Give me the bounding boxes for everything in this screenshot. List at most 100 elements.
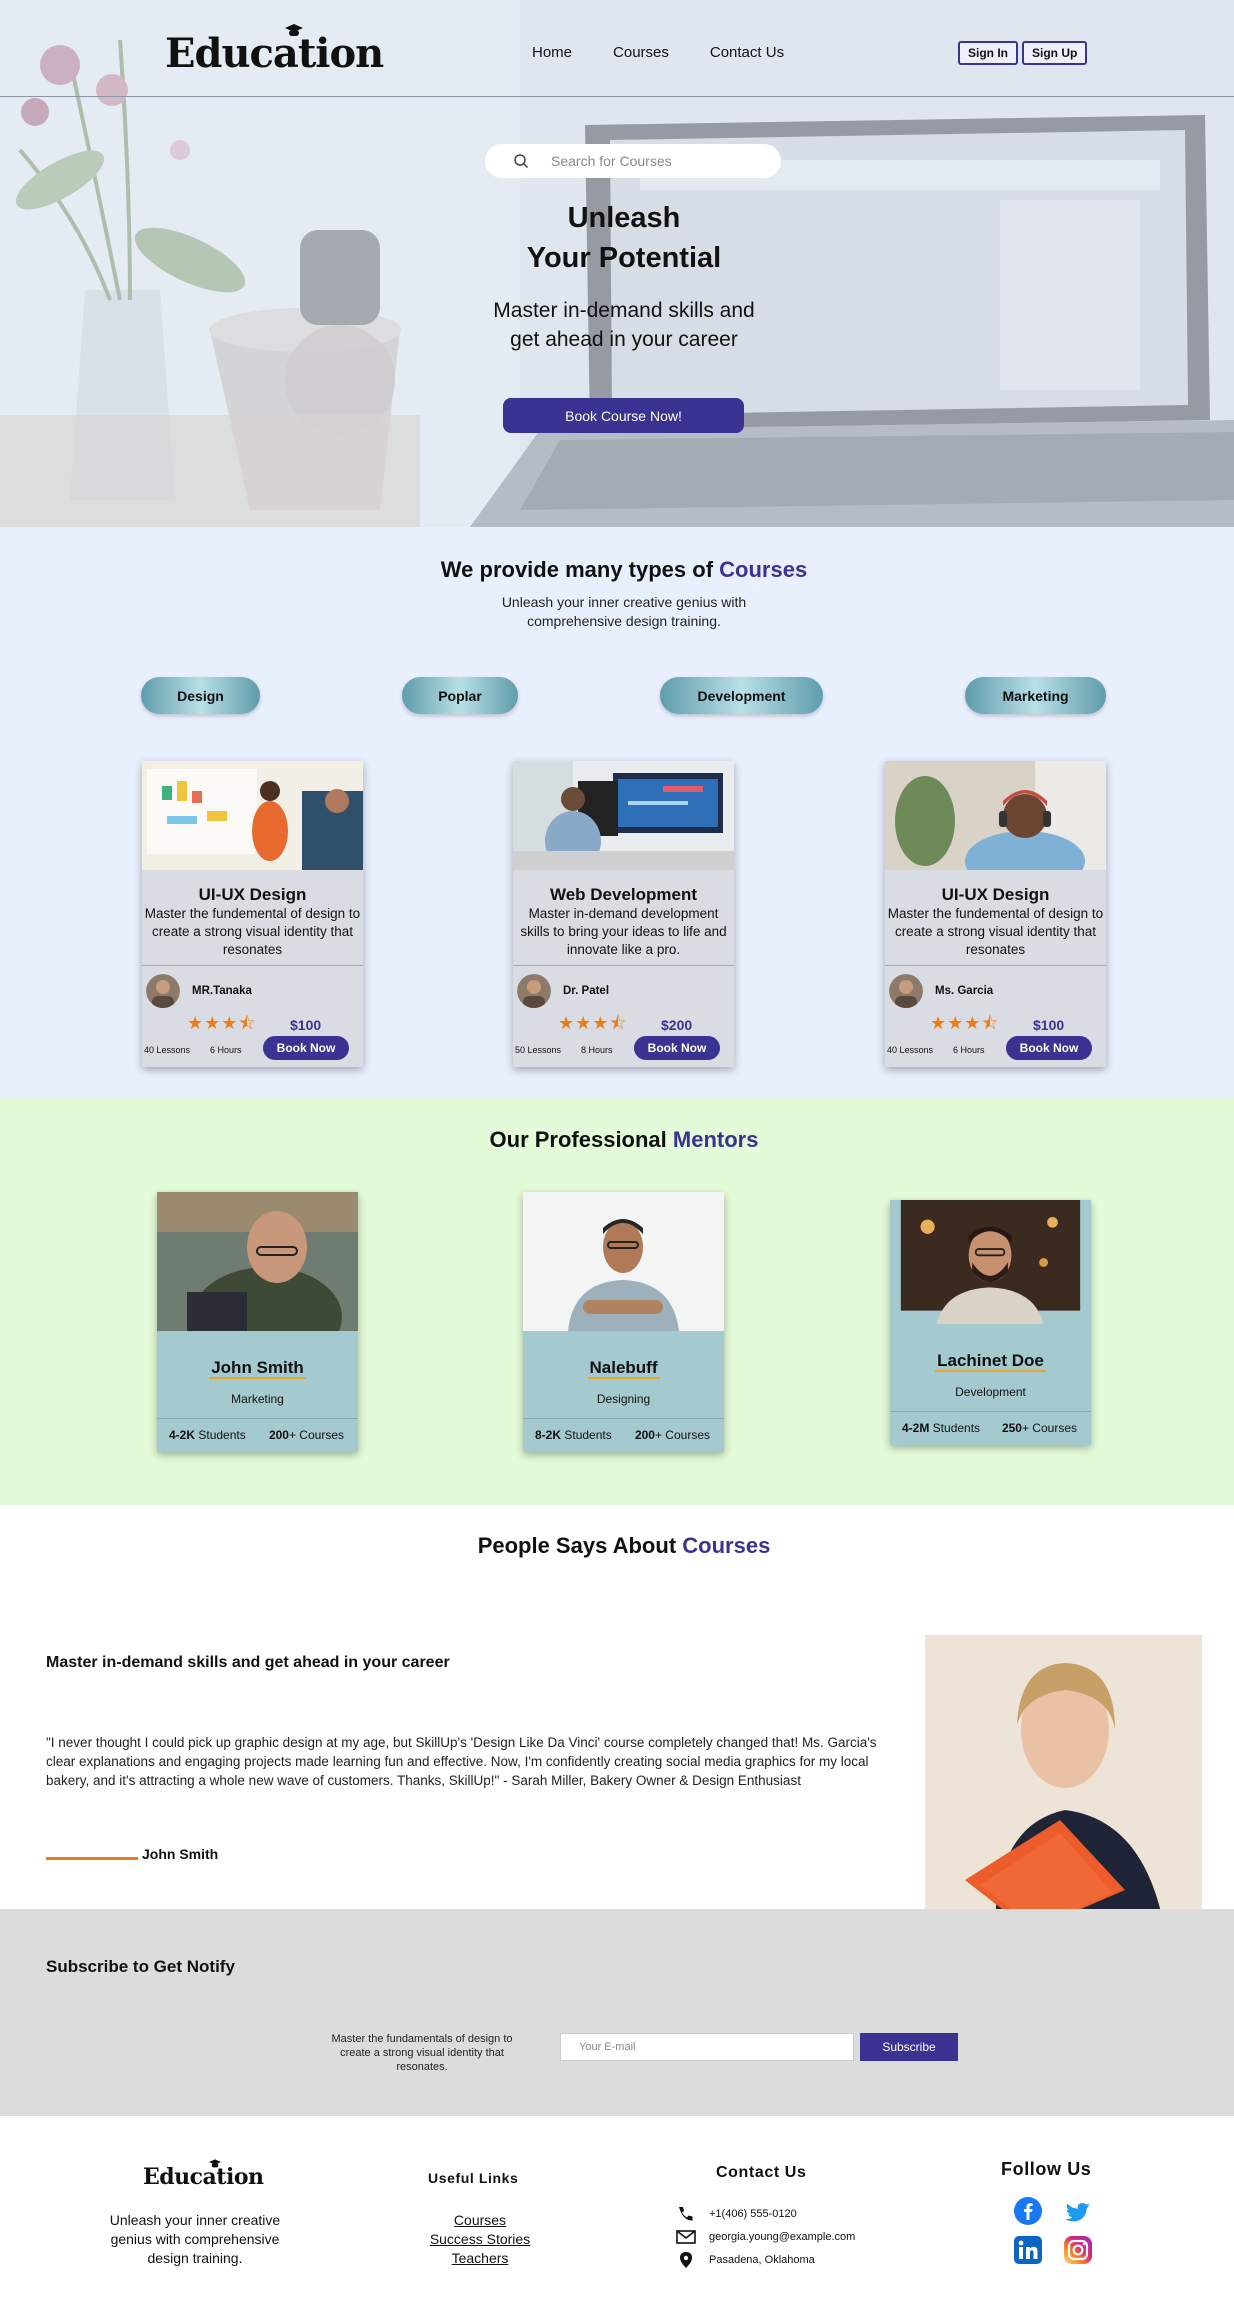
instagram-icon[interactable] xyxy=(1063,2235,1093,2265)
course-price: $100 xyxy=(290,1017,322,1033)
site-footer: Education Unleash your inner creative ge… xyxy=(0,2116,1234,2268)
hero-title-line-1: Unleash xyxy=(567,202,681,234)
linkedin-icon[interactable] xyxy=(1013,2235,1043,2265)
mentors-title-accent: Mentors xyxy=(672,1127,759,1152)
facebook-icon[interactable] xyxy=(1013,2196,1043,2226)
courses-section-title: We provide many types of Courses xyxy=(0,557,1234,583)
sign-up-button[interactable]: Sign Up xyxy=(1022,41,1088,65)
courses-count: 250 xyxy=(1001,1421,1022,1435)
mentor-stats: 8-2K Students 200+ Courses xyxy=(523,1419,724,1452)
mentor-name-text: Lachinet Doe xyxy=(935,1351,1046,1372)
email-field[interactable]: Your E-mail xyxy=(560,2033,854,2061)
testimonial-section-title: People Says About Courses xyxy=(0,1533,1234,1559)
course-image-developer xyxy=(513,761,734,871)
useful-links-title: Useful Links xyxy=(428,2170,519,2186)
category-pill-design[interactable]: Design xyxy=(141,677,260,714)
course-card[interactable]: UI-UX Design Master the fundemental of d… xyxy=(142,761,363,1067)
mentor-photo xyxy=(523,1192,724,1331)
contact-phone-text[interactable]: +1(406) 555-0120 xyxy=(709,2208,797,2220)
mentor-courses: 200+ Courses xyxy=(635,1428,710,1442)
mentor-avatar xyxy=(889,974,923,1008)
course-lessons: 40 Lessons xyxy=(144,1045,191,1055)
course-card[interactable]: Web Development Master in-demand develop… xyxy=(513,761,734,1067)
twitter-icon[interactable] xyxy=(1063,2198,1093,2228)
graduation-cap-icon xyxy=(209,2159,221,2168)
contact-email: georgia.young@example.com xyxy=(675,2225,855,2248)
footer-logo[interactable]: Education xyxy=(143,2159,264,2190)
hero-subtitle-line-2: get ahead in your career xyxy=(510,328,738,351)
mentor-photo xyxy=(157,1192,358,1367)
mentor-card[interactable]: Lachinet Doe Development 4-2M Students 2… xyxy=(890,1200,1091,1445)
mentor-name: Nalebuff xyxy=(523,1358,724,1379)
mentor-students: 4-2K Students xyxy=(169,1428,246,1442)
contact-email-text[interactable]: georgia.young@example.com xyxy=(709,2231,855,2243)
mentor-role: Development xyxy=(955,1385,1026,1399)
rating-stars-icon: ★★★⯪ xyxy=(187,1013,257,1033)
mentor-name: Lachinet Doe xyxy=(890,1351,1091,1372)
category-pill-development[interactable]: Development xyxy=(660,677,823,714)
mentor-courses: 200+ Courses xyxy=(269,1428,344,1442)
hero-subtitle: Master in-demand skills and get ahead in… xyxy=(0,296,1234,354)
brand-logo[interactable]: Education xyxy=(165,24,384,77)
contact-details: +1(406) 555-0120 georgia.young@example.c… xyxy=(675,2202,855,2271)
courses-subtitle-line-1: Unleash your inner creative genius with xyxy=(501,594,747,610)
course-price: $100 xyxy=(1033,1017,1065,1033)
location-pin-icon xyxy=(680,2251,692,2268)
mentor-card[interactable]: John Smith Marketing 4-2K Students 200+ … xyxy=(157,1192,358,1452)
course-search-input[interactable]: Search for Courses xyxy=(485,144,781,178)
hero-title-line-2: Your Potential xyxy=(526,242,722,274)
mentor-students: 4-2M Students xyxy=(902,1421,980,1435)
nav-links: Home Courses Contact Us xyxy=(532,44,784,61)
testimonial-photo xyxy=(925,1635,1202,1931)
footer-link-courses[interactable]: Courses xyxy=(420,2211,540,2230)
course-card[interactable]: UI-UX Design Master the fundemental of d… xyxy=(885,761,1106,1067)
course-image-whiteboard xyxy=(142,761,363,870)
testimonial-heading: Master in-demand skills and get ahead in… xyxy=(46,1654,450,1671)
mentor-stats: 4-2M Students 250+ Courses xyxy=(890,1412,1091,1445)
mentor-avatar xyxy=(146,974,180,1008)
subscribe-title: Subscribe to Get Notify xyxy=(46,1957,235,1976)
book-now-button[interactable]: Book Now xyxy=(634,1036,720,1060)
mentor-role: Designing xyxy=(596,1392,651,1406)
nav-link-courses[interactable]: Courses xyxy=(613,44,669,61)
courses-title-prefix: We provide many types of xyxy=(440,557,720,582)
course-mentor: Dr. Patel xyxy=(517,974,734,1008)
category-pill-poplar[interactable]: Poplar xyxy=(402,677,518,714)
mentors-section-title: Our Professional Mentors xyxy=(0,1127,1234,1153)
course-title: UI-UX Design xyxy=(941,885,1050,904)
courses-section: We provide many types of Courses Unleash… xyxy=(0,527,1234,1097)
hero-title: Unleash Your Potential xyxy=(0,198,1234,278)
mentor-name-text: John Smith xyxy=(209,1358,306,1379)
subscribe-text: Master the fundamentals of design to cre… xyxy=(331,2033,513,2073)
book-course-now-button[interactable]: Book Course Now! xyxy=(503,398,744,433)
courses-label: + Courses xyxy=(1021,1421,1077,1435)
mentor-students: 8-2K Students xyxy=(535,1428,612,1442)
subscribe-button[interactable]: Subscribe xyxy=(860,2033,958,2061)
course-description: Master the fundemental of design to crea… xyxy=(887,906,1104,957)
footer-link-teachers[interactable]: Teachers xyxy=(420,2249,540,2268)
sign-in-button[interactable]: Sign In xyxy=(958,41,1018,65)
course-hours: 6 Hours xyxy=(953,1045,985,1055)
students-label: Students xyxy=(195,1428,246,1442)
nav-link-home[interactable]: Home xyxy=(532,44,572,61)
mentor-card[interactable]: Nalebuff Designing 8-2K Students 200+ Co… xyxy=(523,1192,724,1452)
testimonial-title-accent: Courses xyxy=(682,1533,771,1558)
students-count: 8-2K xyxy=(535,1428,562,1442)
book-now-button[interactable]: Book Now xyxy=(1006,1036,1092,1060)
course-price: $200 xyxy=(661,1017,693,1033)
card-divider xyxy=(885,965,1106,966)
footer-logo-text: Education xyxy=(143,2164,264,2190)
nav-link-contact-us[interactable]: Contact Us xyxy=(710,44,784,61)
course-title: UI-UX Design xyxy=(198,885,307,904)
subscribe-section: Subscribe to Get Notify Master the funda… xyxy=(0,1909,1234,2116)
category-pill-marketing[interactable]: Marketing xyxy=(965,677,1106,714)
rating-stars-icon: ★★★⯪ xyxy=(558,1013,628,1033)
courses-subtitle: Unleash your inner creative genius with … xyxy=(0,593,1234,631)
footer-link-success-stories[interactable]: Success Stories xyxy=(420,2230,540,2249)
hero-subtitle-line-1: Master in-demand skills and xyxy=(493,299,755,322)
course-lessons: 40 Lessons xyxy=(887,1045,934,1055)
testimonial-title-prefix: People Says About xyxy=(477,1533,683,1558)
card-divider xyxy=(142,965,363,966)
mail-icon xyxy=(676,2229,696,2244)
book-now-button[interactable]: Book Now xyxy=(263,1036,349,1060)
